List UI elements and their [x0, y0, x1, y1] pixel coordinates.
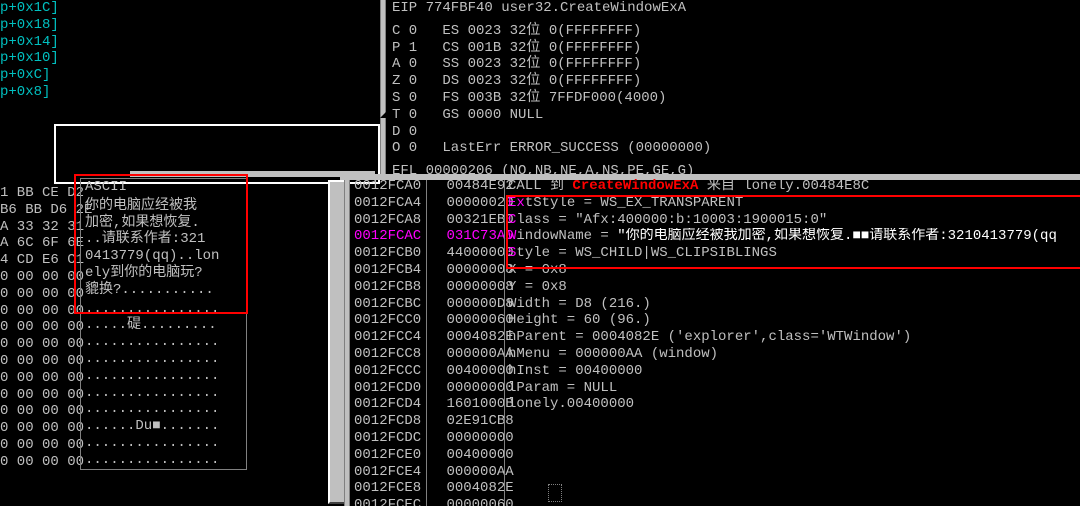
stack-addr: 0012FCD0: [354, 380, 421, 396]
comment-line: Y = 0x8: [508, 279, 1080, 296]
stack-addr: 0012FCCC: [354, 363, 421, 379]
stack-addr: 0012FCB4: [354, 262, 421, 278]
stack-addr: 0012FCE8: [354, 480, 421, 496]
stack-row[interactable]: 0012FCD0 00000000: [354, 380, 510, 397]
registers-pane: EIP 774FBF40 user32.CreateWindowExA C 0 …: [392, 0, 1080, 180]
stack-row[interactable]: 0012FCA4 00000020: [354, 195, 510, 212]
stack-addr: 0012FCE0: [354, 447, 421, 463]
ascii-line: ................: [85, 385, 242, 402]
ascii-line: ................: [85, 401, 242, 418]
stack-addr: 0012FCC4: [354, 329, 421, 345]
stack-addr: 0012FCAC: [354, 228, 421, 244]
stack-row[interactable]: 0012FCA0 00484E92: [354, 178, 510, 195]
comment-line: CALL 到 CreateWindowExA 来自 lonely.00484E8…: [508, 178, 1080, 195]
flag-line: S 0 FS 003B 32位 7FFDF000(4000): [392, 90, 1080, 107]
stack-addr: 0012FCC0: [354, 312, 421, 328]
stack-row[interactable]: 0012FCCC 00400000: [354, 363, 510, 380]
stack-addr: 0012FCC8: [354, 346, 421, 362]
eip-line: EIP 774FBF40 user32.CreateWindowExA: [392, 0, 1080, 17]
ascii-line: ................: [85, 368, 242, 385]
stack-addr: 0012FCD8: [354, 413, 421, 429]
stack-row[interactable]: 0012FCDC 00000000: [354, 430, 510, 447]
stack-addr: 0012FCA4: [354, 195, 421, 211]
windowname-highlight-box: [506, 195, 1080, 269]
stack-row[interactable]: 0012FCC0 00000060: [354, 312, 510, 329]
stack-row[interactable]: 0012FCB8 00000008: [354, 279, 510, 296]
bp-item: p+0x8]: [0, 84, 78, 101]
stack-addr: 0012FCEC: [354, 497, 421, 506]
debugger-screen: p+0x1C] p+0x18] p+0x14] p+0x10] p+0xC] p…: [0, 0, 1080, 506]
comment-line: lParam = NULL: [508, 380, 1080, 397]
bp-item: p+0xC]: [0, 67, 78, 84]
caret-icon: [548, 484, 562, 502]
flag-line: O 0 LastErr ERROR_SUCCESS (00000000): [392, 140, 1080, 157]
stack-row[interactable]: 0012FCEC 00000060: [354, 497, 510, 506]
flag-line: D 0: [392, 124, 1080, 141]
flag-line: P 1 CS 001B 32位 0(FFFFFFFF): [392, 40, 1080, 57]
stack-addr: 0012FCA8: [354, 212, 421, 228]
stack-col-sep: [426, 180, 427, 506]
stack-addr: 0012FCD4: [354, 396, 421, 412]
breakpoint-column: p+0x1C] p+0x18] p+0x14] p+0x10] p+0xC] p…: [0, 0, 78, 101]
stack-row[interactable]: 0012FCB4 00000008: [354, 262, 510, 279]
flag-line: T 0 GS 0000 NULL: [392, 107, 1080, 124]
stack-row[interactable]: 0012FCD4 1601000B: [354, 396, 510, 413]
pane-splitter-v2[interactable]: [344, 180, 350, 506]
ascii-line: ................: [85, 351, 242, 368]
comment-line: hParent = 0004082E ('explorer',class='WT…: [508, 329, 1080, 346]
stack-addr: 0012FCB8: [354, 279, 421, 295]
comment-line: Width = D8 (216.): [508, 296, 1080, 313]
stack-row[interactable]: 0012FCE0 00400000: [354, 447, 510, 464]
ascii-highlight-box: [74, 174, 248, 314]
stack-addr: 0012FCA0: [354, 178, 421, 194]
stack-row[interactable]: 0012FCE8 0004082E: [354, 480, 510, 497]
stack-pane[interactable]: 0012FCA0 00484E920012FCA4 000000200012FC…: [354, 178, 510, 506]
comment-line: lonely.00400000: [508, 396, 1080, 413]
pane-splitter-v1[interactable]: [380, 0, 386, 178]
stack-addr: 0012FCE4: [354, 464, 421, 480]
stack-addr: 0012FCDC: [354, 430, 421, 446]
stack-addr: 0012FCBC: [354, 296, 421, 312]
bp-item: p+0x1C]: [0, 0, 78, 17]
stack-row[interactable]: 0012FCAC 031C73A0: [354, 228, 510, 245]
stack-row[interactable]: 0012FCBC 000000D8: [354, 296, 510, 313]
stack-row[interactable]: 0012FCB0 44000000: [354, 245, 510, 262]
stack-row[interactable]: 0012FCD8 02E91CB8: [354, 413, 510, 430]
stack-addr: 0012FCB0: [354, 245, 421, 261]
stack-row[interactable]: 0012FCC8 000000AA: [354, 346, 510, 363]
bp-item: p+0x18]: [0, 17, 78, 34]
ascii-line: .....碮.........: [85, 317, 242, 334]
comment-line: hInst = 00400000: [508, 363, 1080, 380]
ascii-line: ......Du■.......: [85, 418, 242, 435]
ascii-line: ................: [85, 435, 242, 452]
stack-row[interactable]: 0012FCA8 00321EB0: [354, 212, 510, 229]
bp-item: p+0x14]: [0, 34, 78, 51]
flag-line: C 0 ES 0023 32位 0(FFFFFFFF): [392, 23, 1080, 40]
ascii-line: ................: [85, 334, 242, 351]
stack-col-sep2: [504, 180, 505, 506]
comment-line: hMenu = 000000AA (window): [508, 346, 1080, 363]
stack-row[interactable]: 0012FCC4 0004082E: [354, 329, 510, 346]
flag-line: Z 0 DS 0023 32位 0(FFFFFFFF): [392, 73, 1080, 90]
comment-line: Height = 60 (96.): [508, 312, 1080, 329]
ascii-line: ................: [85, 452, 242, 469]
bp-item: p+0x10]: [0, 50, 78, 67]
flag-line: A 0 SS 0023 32位 0(FFFFFFFF): [392, 56, 1080, 73]
stack-row[interactable]: 0012FCE4 000000AA: [354, 464, 510, 481]
